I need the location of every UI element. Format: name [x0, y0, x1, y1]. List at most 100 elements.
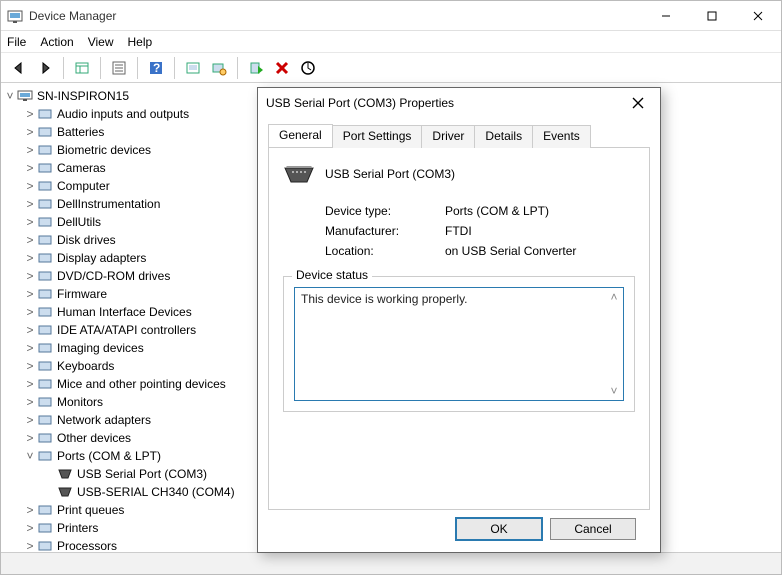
chevron-right-icon[interactable]: >	[23, 251, 37, 265]
chevron-right-icon[interactable]: >	[23, 341, 37, 355]
scroll-up-icon[interactable]: ˄	[607, 290, 621, 304]
category-icon	[37, 250, 53, 266]
close-button[interactable]	[735, 1, 781, 31]
location-label: Location:	[325, 244, 445, 258]
tree-node-label: DellUtils	[57, 215, 101, 229]
app-icon	[7, 8, 23, 24]
chevron-right-icon[interactable]: >	[23, 395, 37, 409]
chevron-right-icon[interactable]: >	[23, 197, 37, 211]
chevron-right-icon[interactable]: >	[23, 269, 37, 283]
category-icon	[37, 124, 53, 140]
manufacturer-value: FTDI	[445, 224, 472, 238]
chevron-right-icon[interactable]: >	[23, 539, 37, 552]
chevron-right-icon[interactable]: >	[23, 521, 37, 535]
tree-node-label: Network adapters	[57, 413, 151, 427]
maximize-button[interactable]	[689, 1, 735, 31]
chevron-right-icon[interactable]: >	[23, 179, 37, 193]
tab-page-general: USB Serial Port (COM3) Device type: Port…	[268, 148, 650, 510]
show-hide-tree-button[interactable]	[70, 56, 94, 80]
category-icon	[37, 304, 53, 320]
chevron-right-icon[interactable]: >	[23, 323, 37, 337]
menu-help[interactable]: Help	[128, 35, 153, 49]
chevron-right-icon[interactable]: >	[23, 107, 37, 121]
dialog-tabstrip: General Port Settings Driver Details Eve…	[268, 124, 650, 148]
dialog-title-bar[interactable]: USB Serial Port (COM3) Properties	[258, 88, 660, 118]
category-icon	[37, 106, 53, 122]
tree-root-label: SN-INSPIRON15	[37, 89, 129, 103]
tree-node-label: Printers	[57, 521, 98, 535]
serial-port-icon	[283, 162, 315, 186]
dialog-title: USB Serial Port (COM3) Properties	[266, 96, 624, 110]
properties-button[interactable]	[107, 56, 131, 80]
tree-node-label: Keyboards	[57, 359, 114, 373]
tab-details[interactable]: Details	[474, 125, 533, 148]
chevron-down-icon[interactable]: ˅	[23, 449, 37, 463]
tab-driver[interactable]: Driver	[421, 125, 475, 148]
cancel-button[interactable]: Cancel	[550, 518, 636, 540]
tree-node-label: Batteries	[57, 125, 104, 139]
menu-bar: File Action View Help	[1, 31, 781, 53]
category-icon	[37, 160, 53, 176]
scan-hardware-button[interactable]	[181, 56, 205, 80]
tab-general[interactable]: General	[268, 124, 333, 147]
chevron-down-icon[interactable]: ˅	[3, 89, 17, 103]
serial-port-icon	[57, 466, 73, 482]
category-icon	[37, 268, 53, 284]
tree-node-label: Audio inputs and outputs	[57, 107, 189, 121]
category-icon	[37, 412, 53, 428]
category-icon	[37, 196, 53, 212]
toolbar: ?	[1, 53, 781, 83]
manufacturer-label: Manufacturer:	[325, 224, 445, 238]
category-icon	[37, 394, 53, 410]
update-driver-button[interactable]	[207, 56, 231, 80]
tree-node-label: Disk drives	[57, 233, 116, 247]
window-title: Device Manager	[29, 9, 643, 23]
tree-node-label: Imaging devices	[57, 341, 144, 355]
chevron-right-icon[interactable]: >	[23, 377, 37, 391]
location-value: on USB Serial Converter	[445, 244, 576, 258]
uninstall-device-button[interactable]	[270, 56, 294, 80]
category-icon	[37, 286, 53, 302]
help-button[interactable]: ?	[144, 56, 168, 80]
chevron-right-icon[interactable]: >	[23, 287, 37, 301]
chevron-right-icon[interactable]: >	[23, 305, 37, 319]
category-icon	[37, 502, 53, 518]
scroll-down-icon[interactable]: ˅	[607, 384, 621, 398]
tab-port-settings[interactable]: Port Settings	[332, 125, 423, 148]
tree-node-label: DVD/CD-ROM drives	[57, 269, 170, 283]
tab-events[interactable]: Events	[532, 125, 591, 148]
chevron-right-icon[interactable]: >	[23, 215, 37, 229]
svg-text:?: ?	[153, 61, 160, 75]
forward-button[interactable]	[33, 56, 57, 80]
properties-dialog: USB Serial Port (COM3) Properties Genera…	[257, 87, 661, 553]
chevron-right-icon[interactable]: >	[23, 143, 37, 157]
enable-device-button[interactable]	[244, 56, 268, 80]
category-icon	[37, 142, 53, 158]
chevron-right-icon[interactable]: >	[23, 359, 37, 373]
scan-for-changes-button[interactable]	[296, 56, 320, 80]
chevron-right-icon[interactable]: >	[23, 503, 37, 517]
status-bar	[1, 552, 781, 574]
device-status-text[interactable]: This device is working properly. ˄ ˅	[294, 287, 624, 401]
tree-node-label: Biometric devices	[57, 143, 151, 157]
back-button[interactable]	[7, 56, 31, 80]
tree-node-label: Computer	[57, 179, 110, 193]
ok-button[interactable]: OK	[456, 518, 542, 540]
category-icon	[37, 520, 53, 536]
menu-view[interactable]: View	[88, 35, 114, 49]
category-icon	[37, 376, 53, 392]
title-bar[interactable]: Device Manager	[1, 1, 781, 31]
tree-node-label: Other devices	[57, 431, 131, 445]
chevron-right-icon[interactable]: >	[23, 413, 37, 427]
chevron-right-icon[interactable]: >	[23, 125, 37, 139]
category-icon	[37, 430, 53, 446]
tree-node-label: Mice and other pointing devices	[57, 377, 226, 391]
chevron-right-icon[interactable]: >	[23, 233, 37, 247]
chevron-right-icon[interactable]: >	[23, 431, 37, 445]
menu-action[interactable]: Action	[40, 35, 73, 49]
category-icon	[37, 340, 53, 356]
minimize-button[interactable]	[643, 1, 689, 31]
chevron-right-icon[interactable]: >	[23, 161, 37, 175]
menu-file[interactable]: File	[7, 35, 26, 49]
dialog-close-button[interactable]	[624, 89, 652, 117]
